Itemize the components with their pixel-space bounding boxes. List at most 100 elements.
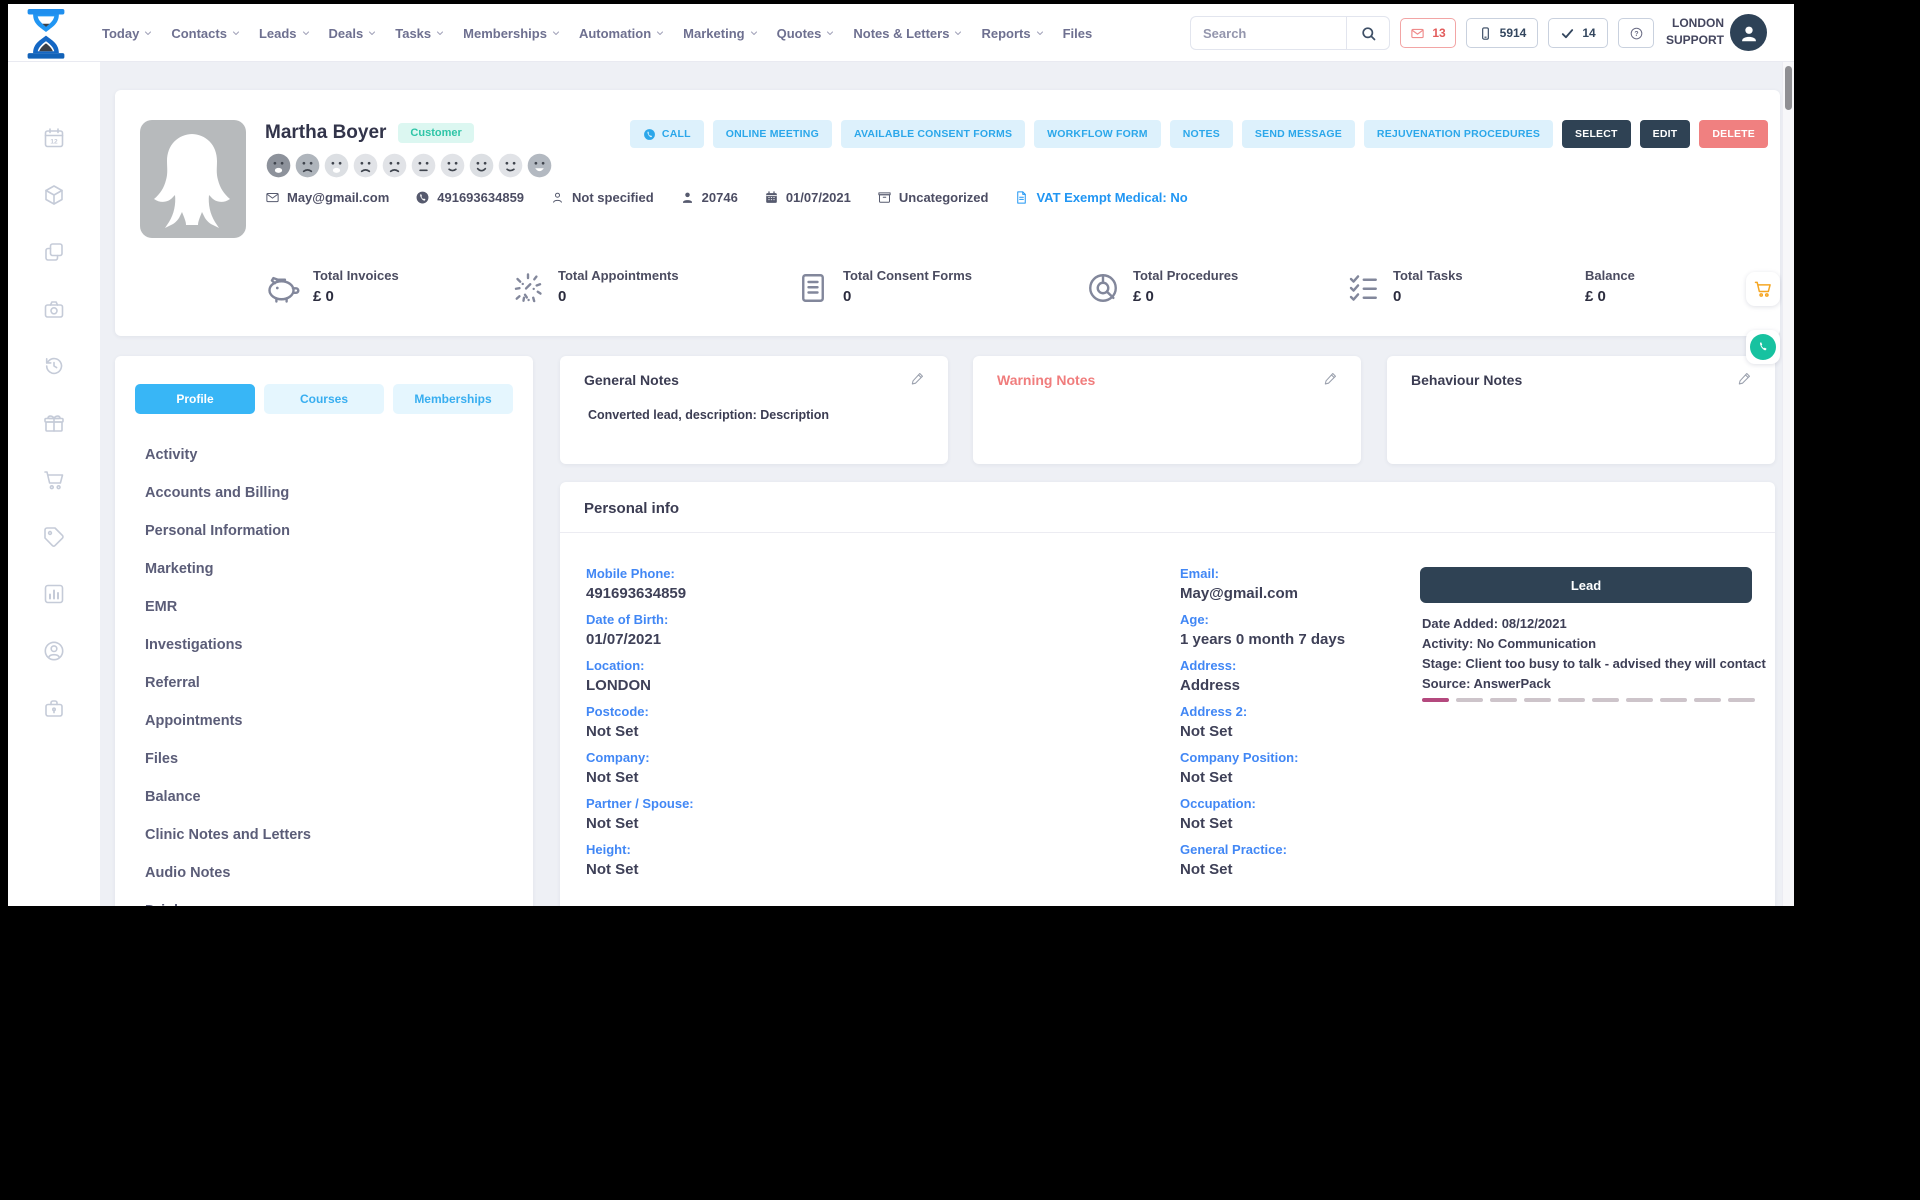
lead-status-button[interactable]: Lead — [1420, 567, 1752, 603]
mood-9-icon[interactable] — [497, 152, 524, 184]
action-button-rejuvenation-procedures[interactable]: REJUVENATION PROCEDURES — [1363, 120, 1554, 148]
sidebar-item-marketing[interactable]: Marketing — [145, 550, 311, 588]
sidebar-item-emr[interactable]: EMR — [145, 588, 311, 626]
mood-1-icon[interactable] — [265, 152, 292, 184]
tasks-button[interactable]: 14 — [1548, 18, 1608, 48]
call-float-button[interactable] — [1746, 330, 1780, 364]
sidebar-item-investigations[interactable]: Investigations — [145, 626, 311, 664]
mail-button[interactable]: 13 — [1400, 18, 1456, 48]
main-nav: Today Contacts Leads Deals Tasks Memberships A… — [102, 4, 1092, 62]
sidebar-case-icon[interactable] — [42, 696, 66, 720]
field-value: 01/07/2021 — [586, 631, 662, 648]
sidebar-item-appointments[interactable]: Appointments — [145, 702, 311, 740]
action-button-call[interactable]: CALL — [629, 120, 704, 148]
sidebar-item-personal-information[interactable]: Personal Information — [145, 512, 311, 550]
scrollbar-track[interactable] — [1782, 62, 1794, 906]
user-avatar[interactable] — [1730, 14, 1767, 51]
scrollbar-thumb[interactable] — [1785, 66, 1792, 110]
document-icon — [1014, 190, 1029, 205]
confetti-icon — [510, 268, 546, 304]
tab-profile[interactable]: Profile — [135, 384, 255, 414]
pencil-icon[interactable] — [1323, 370, 1339, 386]
field-value: Not Set — [1180, 769, 1233, 786]
nav-item-quotes[interactable]: Quotes — [777, 26, 836, 41]
search-input[interactable] — [1190, 16, 1346, 50]
caret-down-icon — [143, 28, 153, 38]
nav-item-notes-letters[interactable]: Notes & Letters — [853, 26, 963, 41]
sidebar-item-audio-notes[interactable]: Audio Notes — [145, 854, 311, 892]
sidebar-item-files[interactable]: Files — [145, 740, 311, 778]
tab-memberships[interactable]: Memberships — [393, 384, 513, 414]
lead-progress-segment — [1524, 698, 1551, 702]
note-title: Warning Notes — [997, 372, 1096, 388]
sidebar-history-icon[interactable] — [42, 354, 66, 378]
sidebar-package-icon[interactable] — [42, 183, 66, 207]
mood-7-icon[interactable] — [439, 152, 466, 184]
caret-down-icon — [1035, 28, 1045, 38]
sidebar-item-balance[interactable]: Balance — [145, 778, 311, 816]
nav-item-contacts[interactable]: Contacts — [171, 26, 241, 41]
nav-item-today[interactable]: Today — [102, 26, 153, 41]
donut-icon — [1085, 268, 1121, 304]
contact-item: 01/07/2021 — [764, 190, 851, 205]
nav-item-files[interactable]: Files — [1063, 26, 1093, 41]
field-label: Email: — [1180, 566, 1220, 581]
action-button-notes[interactable]: NOTES — [1169, 120, 1233, 148]
cart-float-button[interactable] — [1746, 272, 1780, 306]
caret-down-icon — [367, 28, 377, 38]
action-button-delete[interactable]: DELETE — [1699, 120, 1768, 148]
sidebar-item-clinic-notes-and-letters[interactable]: Clinic Notes and Letters — [145, 816, 311, 854]
client-panel: Profile Courses Memberships Activity Accoun… — [115, 356, 533, 906]
tab-courses[interactable]: Courses — [264, 384, 384, 414]
note-card-warning-notes: Warning Notes — [973, 356, 1361, 464]
sidebar-item-drink[interactable]: Drink — [145, 892, 311, 906]
pencil-icon[interactable] — [910, 370, 926, 386]
action-button-online-meeting[interactable]: ONLINE MEETING — [712, 120, 832, 148]
personal-info-title: Personal info — [584, 500, 680, 517]
sidebar-chart-icon[interactable] — [42, 582, 66, 606]
search-box — [1190, 16, 1390, 50]
help-button[interactable]: ? — [1618, 18, 1654, 48]
phone-button[interactable]: 5914 — [1466, 18, 1538, 48]
action-button-send-message[interactable]: SEND MESSAGE — [1241, 120, 1355, 148]
sidebar-tag-icon[interactable] — [42, 525, 66, 549]
pencil-icon[interactable] — [1737, 370, 1753, 386]
field-label: Mobile Phone: — [586, 566, 675, 581]
personal-info-card: Personal info Mobile Phone: 491693634859 D… — [560, 482, 1775, 906]
sidebar-item-activity[interactable]: Activity — [145, 436, 311, 474]
nav-item-reports[interactable]: Reports — [981, 26, 1044, 41]
sidebar-gift-icon[interactable] — [42, 411, 66, 435]
mood-6-icon[interactable] — [410, 152, 437, 184]
action-button-available-consent-forms[interactable]: AVAILABLE CONSENT FORMS — [840, 120, 1026, 148]
mood-8-icon[interactable] — [468, 152, 495, 184]
sidebar-copy-icon[interactable] — [42, 240, 66, 264]
sidebar-cart-icon[interactable] — [42, 468, 66, 492]
mood-4-icon[interactable] — [352, 152, 379, 184]
nav-item-marketing[interactable]: Marketing — [683, 26, 758, 41]
mood-5-icon[interactable] — [381, 152, 408, 184]
field-label: Date of Birth: — [586, 612, 669, 627]
action-button-select[interactable]: SELECT — [1562, 120, 1631, 148]
mood-3-icon[interactable] — [323, 152, 350, 184]
mood-10-icon[interactable] — [526, 152, 553, 184]
sidebar-item-referral[interactable]: Referral — [145, 664, 311, 702]
nav-item-leads[interactable]: Leads — [259, 26, 311, 41]
nav-item-deals[interactable]: Deals — [329, 26, 378, 41]
contact-item: May@gmail.com — [265, 190, 389, 205]
contact-item: 491693634859 — [415, 190, 524, 205]
sidebar-calendar-icon[interactable]: 12 — [42, 126, 66, 150]
search-button[interactable] — [1346, 16, 1390, 50]
nav-item-memberships[interactable]: Memberships — [463, 26, 561, 41]
action-button-workflow-form[interactable]: WORKFLOW FORM — [1034, 120, 1161, 148]
nav-item-tasks[interactable]: Tasks — [395, 26, 445, 41]
caret-down-icon — [655, 28, 665, 38]
lead-progress-segment — [1694, 698, 1721, 702]
sidebar-user-badge-icon[interactable] — [42, 639, 66, 663]
sidebar-item-accounts-and-billing[interactable]: Accounts and Billing — [145, 474, 311, 512]
personal-info-col-right: Email: May@gmail.com Age: 1 years 0 month 7… — [1180, 566, 1345, 888]
nav-item-automation[interactable]: Automation — [579, 26, 665, 41]
action-button-edit[interactable]: EDIT — [1639, 120, 1691, 148]
mood-2-icon[interactable] — [294, 152, 321, 184]
app-logo-icon[interactable] — [23, 9, 69, 59]
sidebar-register-icon[interactable] — [42, 297, 66, 321]
